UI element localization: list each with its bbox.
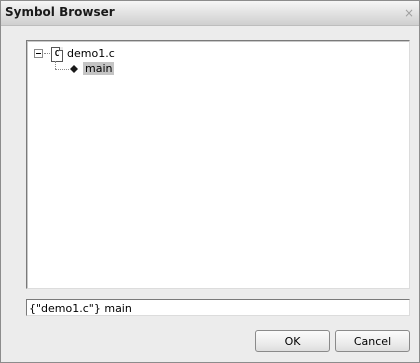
close-icon[interactable]: × xyxy=(403,7,415,19)
symbol-browser-window: Symbol Browser × C demo1.c main {"demo1.… xyxy=(0,0,420,363)
function-node-label[interactable]: main xyxy=(83,62,115,75)
selection-path-field: {"demo1.c"} main xyxy=(26,299,410,316)
collapse-icon[interactable] xyxy=(34,49,43,58)
function-icon xyxy=(70,65,78,73)
file-node-label[interactable]: demo1.c xyxy=(67,47,115,60)
tree-connector xyxy=(55,69,69,70)
cancel-button[interactable]: Cancel xyxy=(335,330,410,352)
ok-button[interactable]: OK xyxy=(255,330,330,352)
tree-node-file[interactable]: C demo1.c xyxy=(34,46,234,62)
tree-node-function[interactable]: main xyxy=(55,62,255,78)
window-title: Symbol Browser xyxy=(5,5,115,19)
tree-connector xyxy=(44,53,50,54)
c-source-file-icon: C xyxy=(51,47,63,62)
title-bar[interactable]: Symbol Browser × xyxy=(1,1,419,26)
symbol-tree[interactable]: C demo1.c main xyxy=(26,40,410,289)
